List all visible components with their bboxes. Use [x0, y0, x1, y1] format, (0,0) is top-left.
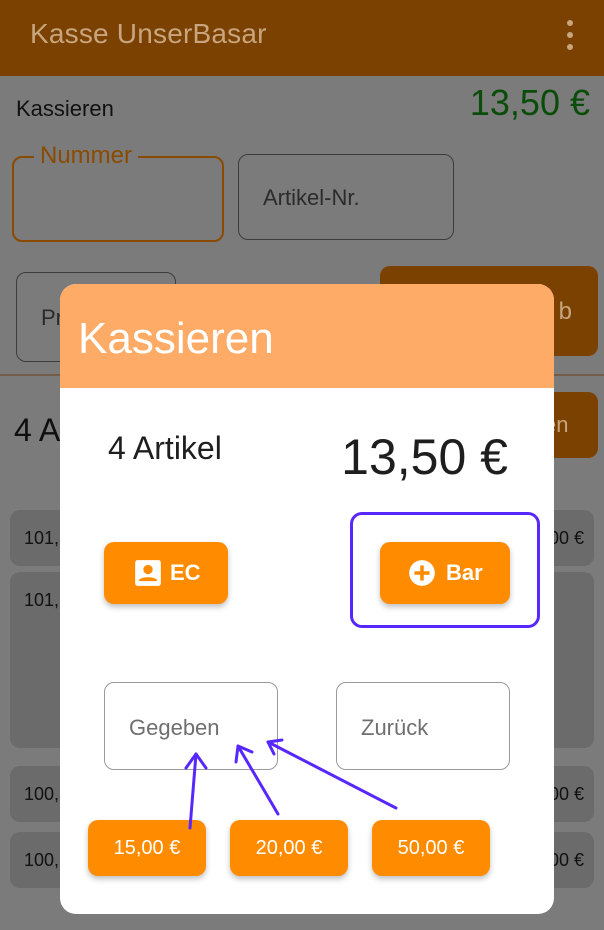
ec-button[interactable]: EC	[104, 542, 228, 604]
quick-amount-50-button[interactable]: 50,00 €	[372, 820, 490, 876]
kassieren-dialog: Kassieren 4 Artikel 13,50 € EC Bar Gegeb…	[60, 284, 554, 914]
list-item-number: 101,	[24, 528, 60, 548]
nummer-field[interactable]: Nummer	[12, 142, 224, 242]
kassieren-label: Kassieren	[16, 96, 114, 121]
ec-button-label: EC	[170, 560, 201, 585]
quick-amount-label: 20,00 €	[255, 837, 323, 859]
quick-amount-15-button[interactable]: 15,00 €	[88, 820, 206, 876]
list-item-price: 00 €	[548, 528, 584, 548]
article-count: 4 A	[14, 412, 61, 448]
artikel-nr-placeholder: Artikel-Nr.	[263, 185, 360, 210]
app-title: Kasse UnserBasar	[30, 18, 267, 49]
items-count: 4 Artikel	[108, 430, 222, 466]
quick-amount-label: 15,00 €	[113, 837, 181, 859]
zurueck-field[interactable]: Zurück	[336, 682, 510, 770]
gegeben-field[interactable]: Gegeben	[104, 682, 278, 770]
add-article-button-label: b	[558, 298, 572, 325]
list-item-number: 100,	[24, 850, 60, 870]
list-item-price: 00 €	[548, 850, 584, 870]
list-item-price: 00 €	[548, 784, 584, 804]
app-bar: Kasse UnserBasar	[0, 0, 604, 76]
more-vert-icon[interactable]	[566, 20, 574, 50]
list-item-number: 100,	[24, 784, 60, 804]
dialog-amount: 13,50 €	[341, 429, 508, 485]
quick-amount-20-button[interactable]: 20,00 €	[230, 820, 348, 876]
bar-highlight-box	[350, 512, 540, 628]
total-amount: 13,50 €	[469, 82, 590, 123]
nummer-label: Nummer	[34, 142, 139, 170]
dialog-header: Kassieren	[60, 284, 554, 388]
zurueck-placeholder: Zurück	[361, 715, 429, 740]
artikel-nr-field[interactable]: Artikel-Nr.	[238, 154, 454, 240]
dialog-title: Kassieren	[78, 314, 274, 363]
gegeben-placeholder: Gegeben	[129, 715, 220, 740]
quick-amount-label: 50,00 €	[397, 837, 465, 859]
list-item-number: 101,	[24, 590, 60, 610]
contact-card-icon	[135, 560, 161, 586]
